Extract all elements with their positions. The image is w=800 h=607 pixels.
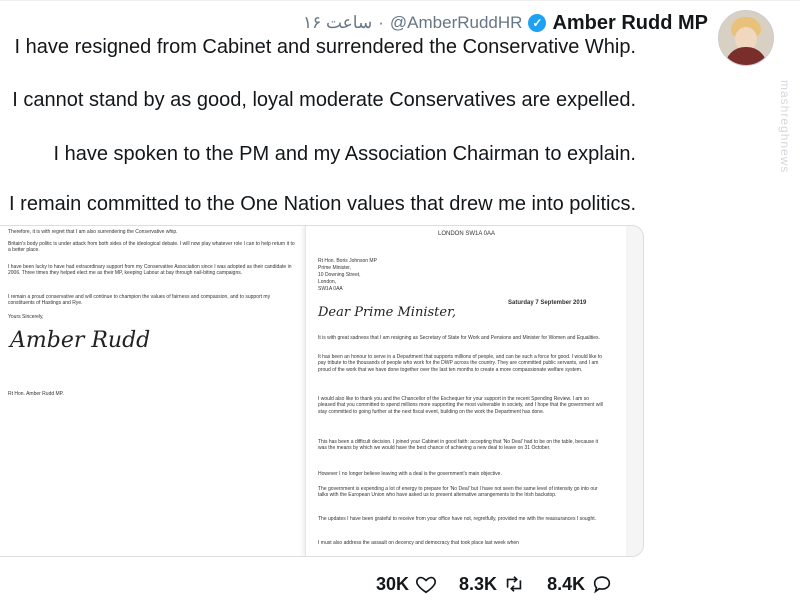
separator-dot: · bbox=[378, 13, 384, 32]
letter-paragraph: This has been a difficult decision. I jo… bbox=[318, 439, 599, 452]
letter-paragraph: It is with great sadness that I am resig… bbox=[318, 335, 600, 341]
verified-badge-icon: ✓ bbox=[528, 14, 547, 32]
letter-page-left[interactable]: Therefore, it is with regret that I am a… bbox=[0, 226, 320, 556]
reply-action[interactable]: 8.4K bbox=[547, 573, 613, 595]
letter-paragraph: I must also address the assault on decen… bbox=[318, 540, 519, 546]
letter-paragraph: I remain a proud conservative and will c… bbox=[8, 294, 271, 307]
signature: Amber Rudd bbox=[10, 328, 151, 353]
address-line: Prime Minister, bbox=[318, 265, 352, 271]
heart-icon[interactable] bbox=[415, 573, 437, 595]
letter-paragraph: Britain's body politic is under attack f… bbox=[8, 241, 295, 254]
author-name[interactable]: Amber Rudd MP bbox=[552, 12, 708, 35]
reply-count: 8.4K bbox=[547, 573, 586, 594]
letter-signatory: Rt Hon. Amber Rudd MP. bbox=[8, 391, 64, 397]
letter-paragraph: I have been lucky to have had extraordin… bbox=[8, 264, 292, 277]
address-line: Rt Hon. Boris Johnson MP bbox=[318, 258, 377, 264]
letter-date: Saturday 7 September 2019 bbox=[508, 300, 587, 306]
letter-paragraph: It has been an honour to serve in a Depa… bbox=[318, 354, 603, 373]
watermark: mashreghnews bbox=[778, 80, 792, 174]
author-handle[interactable]: @AmberRuddHR bbox=[390, 13, 523, 33]
letter-paragraph: Therefore, it is with regret that I am a… bbox=[8, 229, 178, 235]
like-action[interactable]: 30K bbox=[376, 573, 437, 595]
reply-icon[interactable] bbox=[591, 573, 613, 595]
tweet-text-line: I cannot stand by as good, loyal moderat… bbox=[12, 89, 636, 111]
letter-page-right[interactable]: LONDON SW1A 0AA Rt Hon. Boris Johnson MP… bbox=[305, 226, 626, 556]
tweet-actions: 30K 8.3K 8.4K bbox=[376, 565, 635, 603]
letter-closing: Yours Sincerely, bbox=[8, 314, 44, 320]
letter-paragraph: However I no longer believe leaving with… bbox=[318, 471, 502, 477]
tweet-header: ۱۶ ساعت · @AmberRuddHR ✓ Amber Rudd MP bbox=[303, 10, 708, 36]
tweet-media[interactable]: Therefore, it is with regret that I am a… bbox=[0, 225, 644, 557]
letter-paragraph: I would also like to thank you and the C… bbox=[318, 396, 603, 415]
letter-header: LONDON SW1A 0AA bbox=[438, 231, 496, 237]
like-count: 30K bbox=[376, 573, 410, 594]
tweet-text-line: I have resigned from Cabinet and surrend… bbox=[14, 36, 636, 58]
address-line: London, bbox=[318, 279, 337, 285]
letter-salutation: Dear Prime Minister, bbox=[318, 305, 456, 320]
address-line: 10 Downing Street, bbox=[318, 272, 361, 278]
tweet-text-line: I have spoken to the PM and my Associati… bbox=[53, 143, 636, 165]
divider bbox=[0, 0, 800, 1]
tweet-time[interactable]: ۱۶ ساعت bbox=[303, 13, 372, 33]
retweet-icon[interactable] bbox=[503, 573, 525, 595]
letter-paragraph: The government is expending a lot of ene… bbox=[318, 486, 598, 499]
tweet: ۱۶ ساعت · @AmberRuddHR ✓ Amber Rudd MP m… bbox=[0, 0, 800, 607]
retweet-action[interactable]: 8.3K bbox=[459, 573, 525, 595]
retweet-count: 8.3K bbox=[459, 573, 498, 594]
avatar[interactable] bbox=[718, 10, 774, 66]
address-line: SW1A 0AA bbox=[318, 286, 343, 292]
tweet-text-line: I remain committed to the One Nation val… bbox=[9, 193, 636, 215]
letter-paragraph: The updates I have been grateful to rece… bbox=[318, 516, 597, 522]
